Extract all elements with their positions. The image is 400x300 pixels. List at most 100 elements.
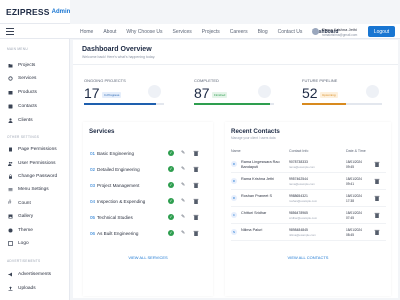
table-row: C Chitturi Sridhar 9856478965 sridhar@ex…: [231, 208, 386, 224]
check-icon: ✓: [168, 214, 174, 220]
view-all-contacts-link[interactable]: View All Contacts: [225, 255, 391, 260]
contact-avatar: N: [231, 229, 237, 235]
service-number: 02: [90, 167, 96, 172]
sidebar-item-logo[interactable]: Logo: [8, 239, 29, 248]
sidebar-item-label: Theme: [18, 228, 33, 233]
table-row: R Roshan Praneet S 9988654321 roshan@exa…: [231, 191, 386, 207]
user-icon: [8, 118, 13, 123]
row-divider: [231, 223, 386, 224]
trash-icon[interactable]: [193, 198, 199, 204]
contact-time: 07:45: [346, 216, 354, 220]
contact-time: 17:38: [346, 199, 354, 203]
image-icon: [8, 214, 13, 219]
progress-bar: [194, 103, 274, 105]
service-number: 03: [90, 183, 96, 188]
table-row: R Rama Lingeswara Rao Bandaputi 90787383…: [231, 157, 386, 173]
sidebar-item-services[interactable]: Services: [8, 74, 36, 83]
list-item: 01 Basic Engineering ✓ ✎: [90, 150, 208, 158]
table-row: R Rama Krishna Jethi 9957462544 rama@exa…: [231, 174, 386, 190]
sidebar-item-label: Projects: [18, 63, 36, 68]
edit-icon[interactable]: ✎: [181, 230, 187, 236]
sidebar-item-clients[interactable]: Clients: [8, 116, 33, 125]
column-header-date-time: Date & Time: [346, 149, 366, 153]
list-item: 06 As Built Engineering ✓ ✎: [90, 230, 208, 238]
trash-icon[interactable]: [193, 182, 199, 188]
contact-name: Roshan Praneet S: [241, 194, 273, 198]
services-title: Services: [89, 128, 115, 135]
palette-icon: [8, 228, 13, 233]
nav-about[interactable]: About: [103, 29, 116, 35]
logout-button[interactable]: Logout: [368, 26, 395, 37]
stat-icon: [148, 85, 161, 98]
page-subtitle: Welcome back! Here's what's happening to…: [82, 55, 156, 59]
contact-phone: 9957462544: [289, 177, 308, 181]
nav-projects[interactable]: Projects: [202, 29, 220, 35]
contact-date: 18/01/2024: [346, 160, 362, 164]
service-name: As Built Engineering: [97, 231, 139, 236]
brand-logo[interactable]: EZIPRESS Admin: [0, 0, 70, 24]
nav-contact-us[interactable]: Contact Us: [278, 29, 303, 35]
nav-careers[interactable]: Careers: [230, 29, 248, 35]
nav-services[interactable]: Services: [173, 29, 192, 35]
dashboard-card: Dashboard Overview Welcome back! Here's …: [73, 40, 398, 298]
trash-icon[interactable]: [374, 195, 380, 201]
sidebar-item-label: User Permissions: [18, 161, 56, 166]
edit-icon[interactable]: ✎: [181, 182, 187, 188]
page-icon: [9, 147, 12, 152]
main-nav: Home About Why Choose Us Services Projec…: [80, 24, 348, 39]
column-header-contact-info: Contact Info: [289, 149, 309, 153]
edit-icon[interactable]: ✎: [181, 214, 187, 220]
service-name: Project Management: [97, 183, 140, 188]
trash-icon[interactable]: [374, 161, 380, 167]
trash-icon[interactable]: [374, 178, 380, 184]
sidebar-item-contacts[interactable]: Contacts: [8, 102, 37, 111]
nav-home[interactable]: Home: [80, 29, 93, 35]
sidebar-item-label: Count: [18, 201, 31, 206]
trash-icon[interactable]: [193, 230, 199, 236]
service-name: Detailed Engineering: [97, 167, 140, 172]
view-all-services-link[interactable]: View All Services: [83, 255, 213, 260]
trash-icon[interactable]: [193, 166, 199, 172]
hamburger-menu-icon[interactable]: [6, 28, 14, 35]
nav-why-choose-us[interactable]: Why Choose Us: [126, 29, 162, 35]
stat-tag: In Progress: [102, 92, 122, 98]
sidebar-item-products[interactable]: Products: [8, 88, 37, 97]
trash-icon[interactable]: [193, 150, 199, 156]
row-divider: [231, 206, 386, 207]
sidebar-item-advertisements[interactable]: Advertisements: [8, 270, 51, 279]
service-number: 06: [90, 231, 96, 236]
sidebar-item-theme[interactable]: Theme: [8, 226, 33, 235]
sidebar-item-gallery[interactable]: Gallery: [8, 212, 33, 221]
sidebar-item-projects[interactable]: Projects: [8, 61, 35, 70]
stat-label: Future Pipeline: [302, 78, 338, 83]
trash-icon[interactable]: [193, 214, 199, 220]
sidebar-item-change-password[interactable]: Change Password: [8, 172, 57, 181]
services-panel: Services 01 Basic Engineering ✓ ✎ 02 Det…: [83, 122, 213, 296]
edit-icon[interactable]: ✎: [181, 166, 187, 172]
sidebar-item-label: Gallery: [18, 214, 34, 219]
list-item: 05 Technical Studies ✓ ✎: [90, 214, 208, 222]
edit-icon[interactable]: ✎: [181, 150, 187, 156]
contact-name: Rama Lingeswara Rao Bandaputi: [241, 160, 280, 169]
contact-avatar: C: [231, 212, 237, 218]
stat-ongoing-projects: Ongoing Projects 17 In Progress: [84, 78, 164, 110]
check-icon: ✓: [168, 166, 174, 172]
stat-completed: Completed 87 Finished: [194, 78, 274, 110]
list-item: 04 Inspection & Expending ✓ ✎: [90, 198, 208, 206]
contact-datetime: 18/01/2024 07:45: [346, 211, 366, 221]
sidebar-item-user-permissions[interactable]: User Permissions: [8, 159, 56, 168]
trash-icon[interactable]: [374, 212, 380, 218]
sidebar-item-count[interactable]: # Count: [8, 199, 31, 208]
sidebar-item-uploads[interactable]: Uploads: [8, 284, 36, 293]
contact-phone: 9898484845: [289, 228, 308, 232]
megaphone-icon: [8, 272, 12, 277]
contact-email: roshan@example.com: [289, 199, 318, 203]
contact-date: 18/01/2024: [346, 177, 362, 181]
row-divider: [231, 172, 386, 173]
nav-blog[interactable]: Blog: [258, 29, 268, 35]
sidebar-item-page-permissions[interactable]: Page Permissions: [8, 145, 57, 154]
sidebar-item-menu-settings[interactable]: Menu Settings: [8, 185, 49, 194]
edit-icon[interactable]: ✎: [181, 198, 187, 204]
trash-icon[interactable]: [374, 229, 380, 235]
sidebar-item-label: Uploads: [18, 286, 36, 291]
